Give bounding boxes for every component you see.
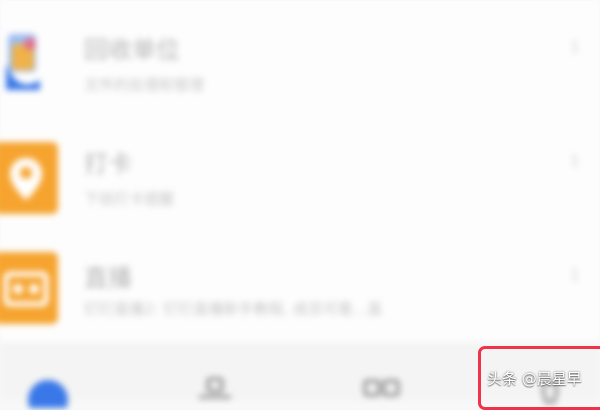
- list-item[interactable]: 打卡 下班打卡提醒 1: [0, 114, 600, 228]
- item-subtitle: 文件的处理和管理: [84, 76, 205, 94]
- item-subtitle: 下班打卡提醒: [84, 190, 175, 208]
- document-app-icon: [6, 34, 40, 90]
- messages-tab-icon[interactable]: [26, 378, 70, 408]
- item-title: 回收单位: [84, 36, 180, 64]
- workbench-tab-icon[interactable]: [362, 378, 402, 408]
- app-list: 回收单位 文件的处理和管理 1 打卡 下班打卡提醒 1 直播 钉钉直播2: 钉钉…: [0, 0, 600, 342]
- watermark: 头条 @晨星早: [487, 370, 582, 388]
- item-title: 打卡: [84, 150, 132, 178]
- list-item[interactable]: 回收单位 文件的处理和管理 1: [0, 0, 600, 114]
- live-app-icon: [0, 252, 58, 324]
- location-pin-app-icon: [0, 142, 58, 214]
- contacts-tab-icon[interactable]: [195, 376, 235, 406]
- item-subtitle: 钉钉直播2: 钉钉直播新手教程, 成员可看...直: [84, 300, 383, 318]
- item-time: 1: [570, 266, 580, 284]
- list-item[interactable]: 直播 钉钉直播2: 钉钉直播新手教程, 成员可看...直 1: [0, 228, 600, 342]
- item-title: 直播: [84, 264, 132, 292]
- blurred-app-screen: 回收单位 文件的处理和管理 1 打卡 下班打卡提醒 1 直播 钉钉直播2: 钉钉…: [0, 0, 600, 408]
- item-time: 1: [570, 152, 580, 170]
- item-time: 1: [570, 38, 580, 56]
